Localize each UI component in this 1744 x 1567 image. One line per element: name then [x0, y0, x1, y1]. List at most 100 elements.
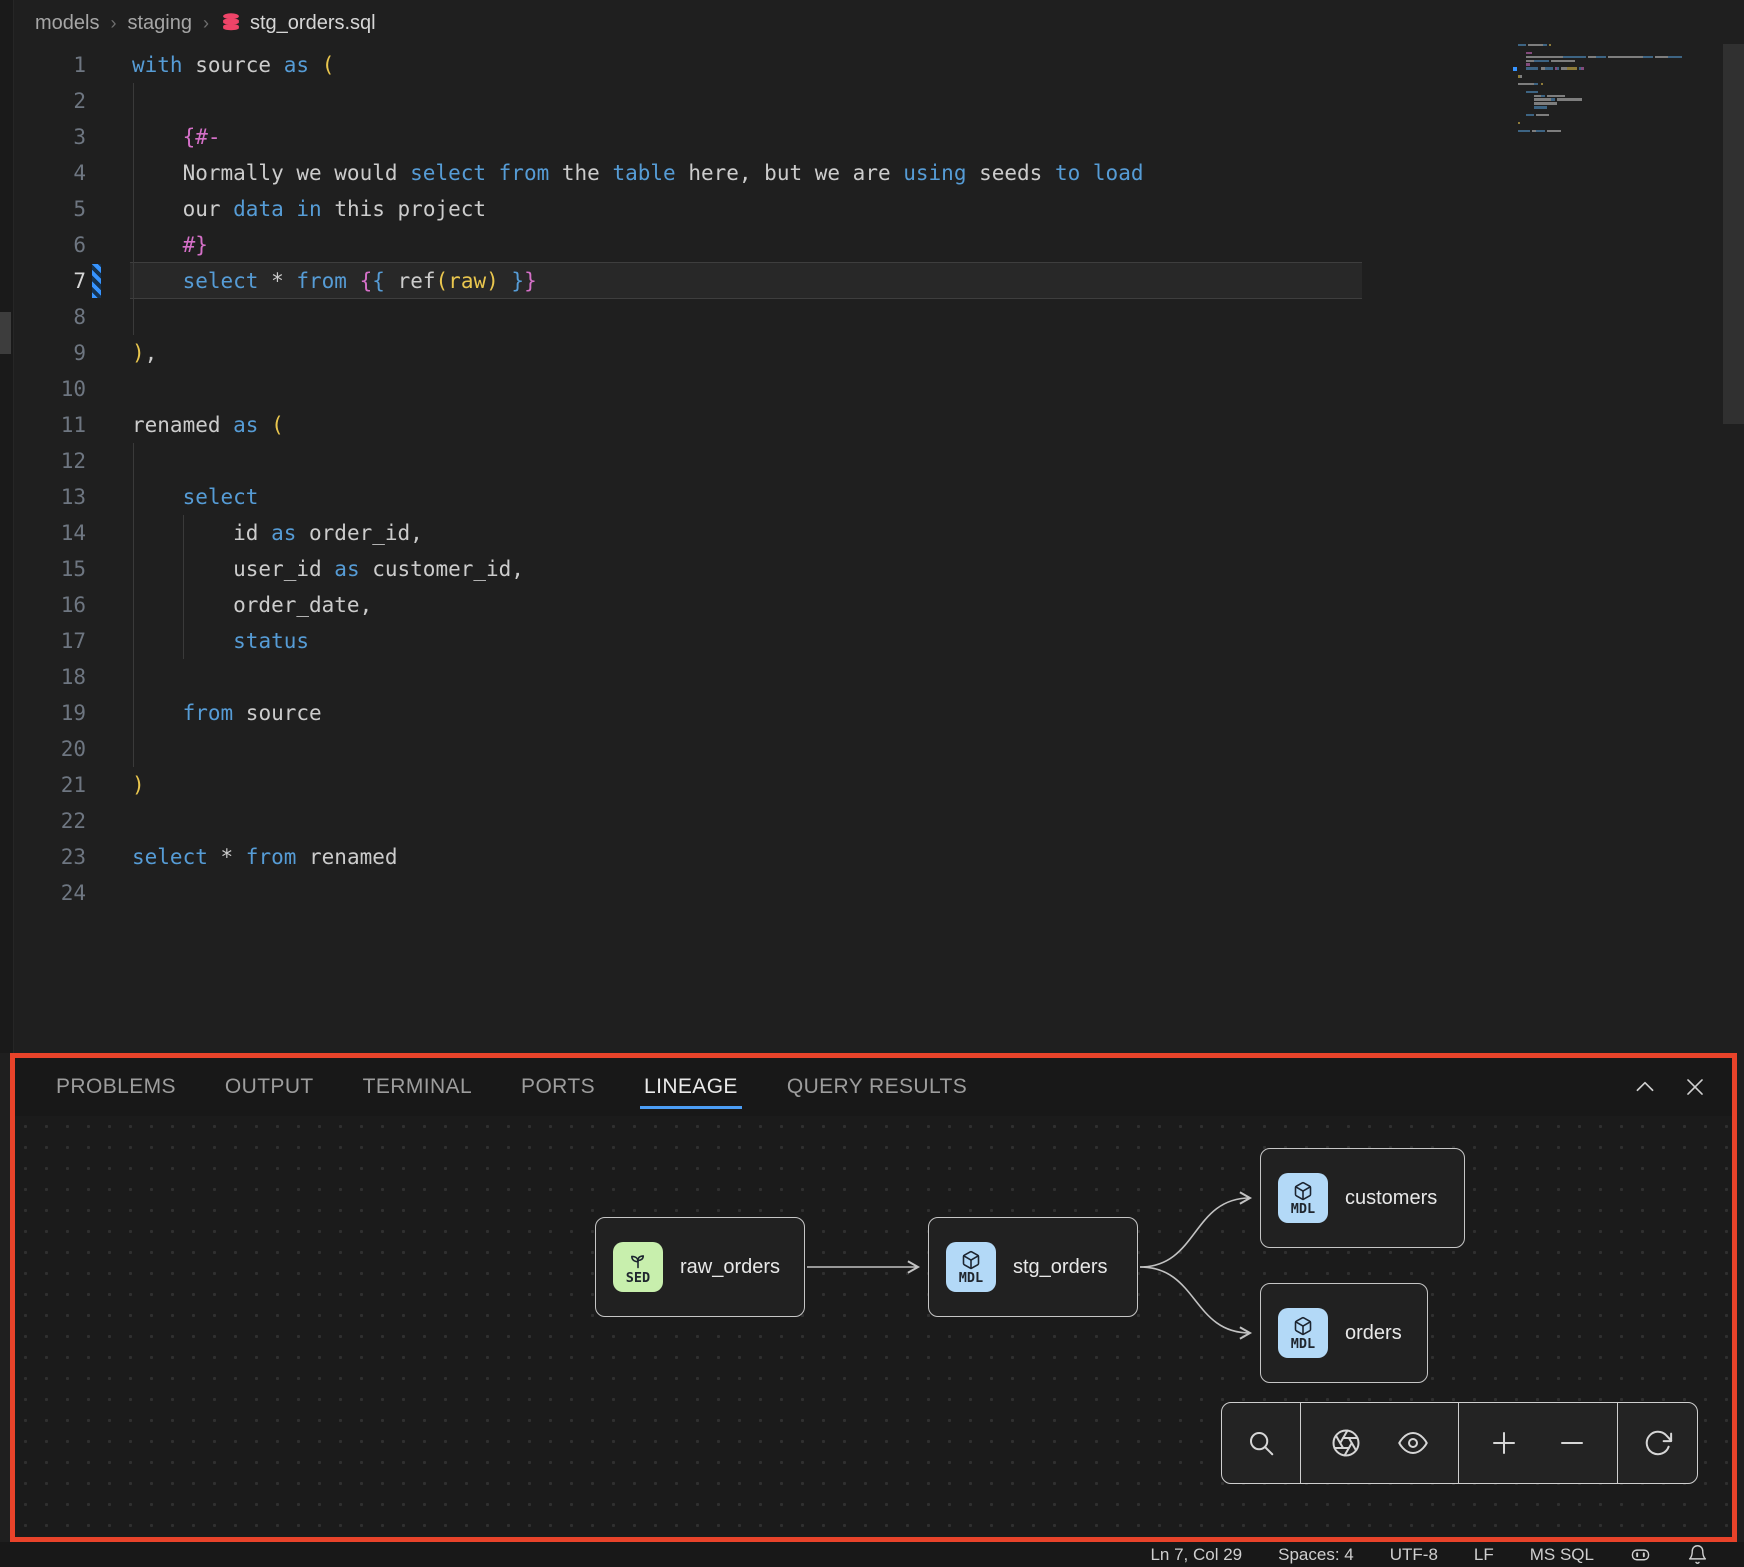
- node-label: stg_orders: [1013, 1256, 1108, 1279]
- search-button[interactable]: [1239, 1421, 1283, 1465]
- code-line-4[interactable]: 4 Normally we would select from the tabl…: [0, 155, 1500, 191]
- refresh-icon: [1643, 1428, 1673, 1458]
- code-text: select * from renamed: [132, 839, 398, 875]
- breadcrumb-item-models[interactable]: models: [35, 12, 99, 35]
- line-number: 1: [0, 47, 86, 83]
- breadcrumb-separator: ›: [110, 13, 116, 34]
- node-label: raw_orders: [680, 1256, 780, 1279]
- code-line-8[interactable]: 8: [0, 299, 1500, 335]
- panel-tab-bar: PROBLEMS OUTPUT TERMINAL PORTS LINEAGE QUERY …: [15, 1058, 1732, 1116]
- lineage-canvas[interactable]: SEDraw_ordersMDLstg_ordersMDLcustomersMD…: [15, 1116, 1732, 1537]
- refresh-button[interactable]: [1636, 1421, 1680, 1465]
- code-line-22[interactable]: 22: [0, 803, 1500, 839]
- code-text: select * from {{ ref(raw) }}: [132, 263, 537, 299]
- status-bell-button[interactable]: [1687, 1544, 1708, 1565]
- eye-icon: [1398, 1428, 1428, 1458]
- lineage-node-raw_orders[interactable]: SED raw_orders: [595, 1217, 805, 1317]
- code-text: renamed as (: [132, 407, 284, 443]
- code-text: from source: [132, 695, 322, 731]
- code-line-2[interactable]: 2: [0, 83, 1500, 119]
- code-line-10[interactable]: 10: [0, 371, 1500, 407]
- code-text: ): [132, 767, 145, 803]
- code-line-23[interactable]: 23 select * from renamed: [0, 839, 1500, 875]
- lineage-node-stg_orders[interactable]: MDL stg_orders: [928, 1217, 1138, 1317]
- code-line-5[interactable]: 5 our data in this project: [0, 191, 1500, 227]
- vscode-window: models › staging › stg_orders.sql 1 with sour…: [0, 0, 1744, 1567]
- lineage-node-customers[interactable]: MDLcustomers: [1260, 1148, 1465, 1248]
- line-number: 13: [0, 479, 86, 515]
- toolbar-group: [1300, 1403, 1458, 1483]
- tab-lineage[interactable]: LINEAGE: [644, 1058, 738, 1116]
- code-line-7[interactable]: 7 select * from {{ ref(raw) }}: [0, 263, 1500, 299]
- line-number: 21: [0, 767, 86, 803]
- copilot-icon: [1630, 1544, 1651, 1565]
- line-number: 6: [0, 227, 86, 263]
- node-badge-label: MDL: [1291, 1202, 1315, 1216]
- code-line-20[interactable]: 20: [0, 731, 1500, 767]
- edge-stg_orders-to-orders: [1140, 1267, 1250, 1333]
- code-line-19[interactable]: 19 from source: [0, 695, 1500, 731]
- zoom-in-icon: [1489, 1428, 1519, 1458]
- minimap-modified-marker: [1513, 67, 1517, 71]
- status-copilot-button[interactable]: [1630, 1544, 1651, 1565]
- code-line-24[interactable]: 24: [0, 875, 1500, 911]
- lineage-node-orders[interactable]: MDLorders: [1260, 1283, 1428, 1383]
- breadcrumb-separator: ›: [203, 13, 209, 34]
- line-number: 3: [0, 119, 86, 155]
- breadcrumb-item-staging[interactable]: staging: [127, 12, 192, 35]
- aperture-button[interactable]: [1324, 1421, 1368, 1465]
- code-line-17[interactable]: 17 status: [0, 623, 1500, 659]
- status-cursor-position[interactable]: Ln 7, Col 29: [1150, 1545, 1242, 1565]
- node-badge-label: SED: [626, 1271, 650, 1285]
- minimap[interactable]: [1518, 44, 1704, 137]
- zoom-in-button[interactable]: [1482, 1421, 1526, 1465]
- seedling-icon: [628, 1250, 648, 1270]
- code-text: #}: [132, 227, 208, 263]
- tab-problems[interactable]: PROBLEMS: [56, 1058, 176, 1116]
- tab-terminal[interactable]: TERMINAL: [363, 1058, 472, 1116]
- code-text: order_date,: [132, 587, 372, 623]
- code-line-1[interactable]: 1 with source as (: [0, 47, 1500, 83]
- node-badge-sed: SED: [613, 1242, 663, 1292]
- code-line-15[interactable]: 15 user_id as customer_id,: [0, 551, 1500, 587]
- line-number: 11: [0, 407, 86, 443]
- line-number: 12: [0, 443, 86, 479]
- code-line-12[interactable]: 12: [0, 443, 1500, 479]
- code-line-6[interactable]: 6 #}: [0, 227, 1500, 263]
- code-line-16[interactable]: 16 order_date,: [0, 587, 1500, 623]
- code-line-9[interactable]: 9),: [0, 335, 1500, 371]
- close-panel-button[interactable]: [1682, 1074, 1708, 1100]
- code-line-18[interactable]: 18: [0, 659, 1500, 695]
- breadcrumb-file[interactable]: stg_orders.sql: [220, 12, 376, 35]
- line-number: 23: [0, 839, 86, 875]
- eye-button[interactable]: [1391, 1421, 1435, 1465]
- status-bar: Ln 7, Col 29 Spaces: 4 UTF-8 LF MS SQL: [0, 1542, 1744, 1567]
- code-line-21[interactable]: 21): [0, 767, 1500, 803]
- zoom-out-button[interactable]: [1550, 1421, 1594, 1465]
- chevron-up-panel-button[interactable]: [1632, 1074, 1658, 1100]
- status-eol-sequence[interactable]: LF: [1474, 1545, 1494, 1565]
- editor-scrollbar[interactable]: [1723, 44, 1744, 424]
- tab-output[interactable]: OUTPUT: [225, 1058, 314, 1116]
- tab-query-results[interactable]: QUERY RESULTS: [787, 1058, 967, 1116]
- toolbar-group: [1458, 1403, 1617, 1483]
- line-number: 14: [0, 515, 86, 551]
- tab-ports[interactable]: PORTS: [521, 1058, 595, 1116]
- chevron-up-icon: [1632, 1074, 1658, 1100]
- node-badge-label: MDL: [1291, 1337, 1315, 1351]
- indent-guide: [133, 83, 134, 335]
- code-text: with source as (: [132, 47, 334, 83]
- search-icon: [1246, 1428, 1276, 1458]
- code-text: ),: [132, 335, 157, 371]
- cube-icon: [1293, 1181, 1313, 1201]
- code-line-14[interactable]: 14 id as order_id,: [0, 515, 1500, 551]
- status-encoding[interactable]: UTF-8: [1390, 1545, 1438, 1565]
- aperture-icon: [1331, 1428, 1361, 1458]
- node-badge-mdl: MDL: [946, 1242, 996, 1292]
- code-line-13[interactable]: 13 select: [0, 479, 1500, 515]
- status-indentation[interactable]: Spaces: 4: [1278, 1545, 1354, 1565]
- code-line-3[interactable]: 3 {#-: [0, 119, 1500, 155]
- status-language-mode[interactable]: MS SQL: [1530, 1545, 1594, 1565]
- edge-stg_orders-to-customers: [1140, 1198, 1250, 1267]
- code-line-11[interactable]: 11 renamed as (: [0, 407, 1500, 443]
